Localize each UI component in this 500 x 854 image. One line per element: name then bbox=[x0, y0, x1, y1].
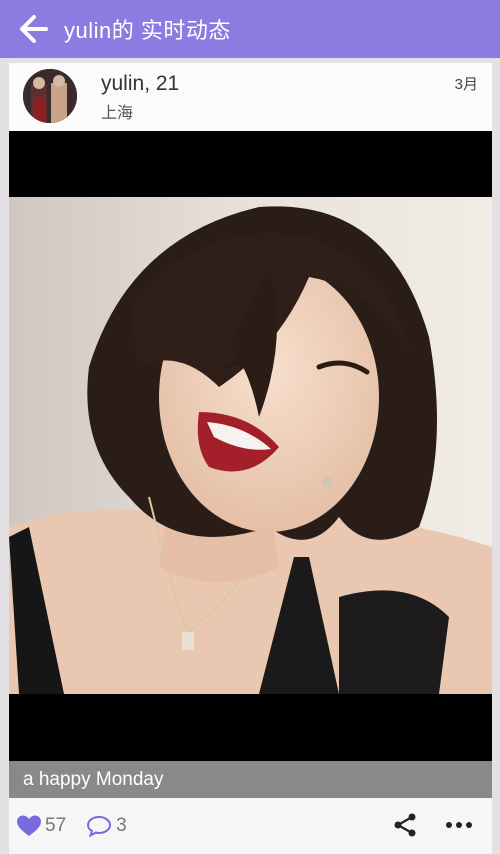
comment-button[interactable]: 3 bbox=[86, 815, 127, 837]
comment-count: 3 bbox=[116, 815, 127, 836]
like-count: 57 bbox=[45, 815, 67, 836]
post-photo[interactable] bbox=[9, 197, 492, 694]
like-button[interactable]: 57 bbox=[17, 815, 66, 837]
post-location: 上海 bbox=[101, 105, 134, 122]
avatar-image bbox=[23, 69, 77, 123]
post-actions: 57 3 bbox=[9, 798, 492, 854]
arrow-left-icon bbox=[20, 15, 48, 43]
more-dots-icon bbox=[446, 822, 472, 828]
avatar[interactable] bbox=[23, 69, 77, 123]
post-header: yulin, 21 上海 3月 bbox=[9, 63, 492, 131]
post-caption: a happy Monday bbox=[9, 761, 492, 798]
more-button[interactable] bbox=[444, 812, 474, 843]
heart-icon bbox=[17, 815, 41, 836]
photo-container bbox=[9, 131, 492, 761]
comment-bubble-icon bbox=[87, 815, 112, 837]
share-button[interactable] bbox=[392, 812, 418, 843]
app-bar: yulin的 实时动态 bbox=[0, 0, 500, 58]
photo-image bbox=[9, 197, 492, 694]
post-date: 3月 bbox=[454, 76, 478, 93]
back-button[interactable] bbox=[0, 0, 64, 58]
post-card: yulin, 21 上海 3月 a happy Monday 57 3 bbox=[9, 63, 492, 854]
post-username[interactable]: yulin, 21 bbox=[101, 72, 179, 96]
share-icon bbox=[394, 813, 416, 837]
page-title: yulin的 实时动态 bbox=[64, 18, 231, 43]
